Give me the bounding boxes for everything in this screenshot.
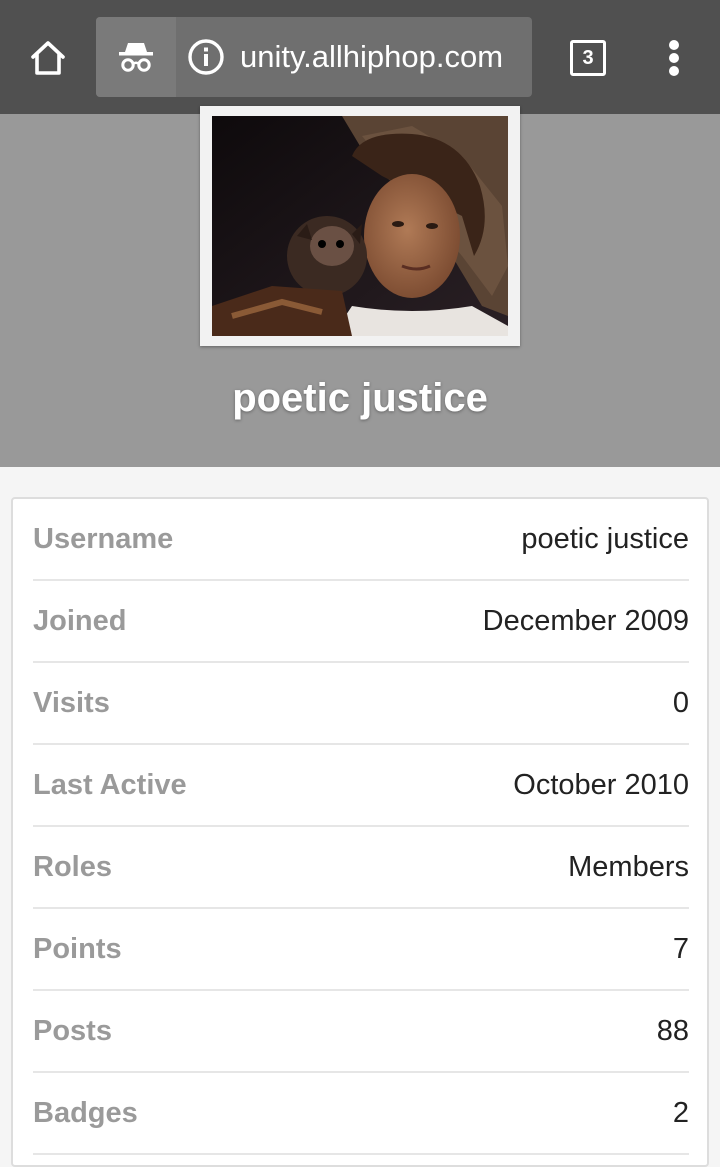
detail-label: Roles <box>33 851 112 883</box>
omnibox[interactable]: unity.allhiphop.com <box>96 17 532 97</box>
detail-value: poetic justice <box>521 523 689 555</box>
more-vert-icon-dot <box>669 66 679 76</box>
detail-label: Joined <box>33 605 127 637</box>
detail-label: Posts <box>33 1015 112 1047</box>
detail-value: December 2009 <box>482 605 689 637</box>
browser-toolbar: unity.allhiphop.com 3 <box>0 0 720 114</box>
profile-photo-frame[interactable] <box>200 106 520 346</box>
detail-row-points: Points 7 <box>33 909 689 991</box>
profile-details-card: Username poetic justice Joined December … <box>11 497 709 1167</box>
detail-value: 0 <box>672 687 689 719</box>
detail-label: Last Active <box>33 769 187 801</box>
tab-count: 3 <box>570 40 606 76</box>
tab-switcher-button[interactable]: 3 <box>566 36 610 80</box>
detail-label: Visits <box>33 687 110 719</box>
home-icon <box>31 41 65 75</box>
detail-value: 7 <box>672 933 689 965</box>
more-vert-icon <box>669 40 679 50</box>
site-info-button[interactable] <box>186 37 226 77</box>
detail-label: Badges <box>33 1097 138 1129</box>
detail-row-last-active: Last Active October 2010 <box>33 745 689 827</box>
more-vert-icon-dot <box>669 53 679 63</box>
detail-row-posts: Posts 88 <box>33 991 689 1073</box>
profile-photo <box>212 116 508 336</box>
profile-photo-image <box>212 116 508 336</box>
detail-label: Points <box>33 933 122 965</box>
detail-row-joined: Joined December 2009 <box>33 581 689 663</box>
detail-row-roles: Roles Members <box>33 827 689 909</box>
incognito-icon <box>119 43 153 72</box>
detail-row-badges: Badges 2 <box>33 1073 689 1155</box>
overflow-menu-button[interactable] <box>652 32 696 84</box>
info-icon <box>188 39 224 75</box>
home-button[interactable] <box>22 32 74 84</box>
detail-label: Username <box>33 523 174 555</box>
profile-name: poetic justice <box>232 376 488 420</box>
detail-value: October 2010 <box>513 769 689 801</box>
detail-value: 88 <box>656 1015 689 1047</box>
url-text[interactable]: unity.allhiphop.com <box>240 17 503 97</box>
detail-row-visits: Visits 0 <box>33 663 689 745</box>
incognito-badge <box>96 17 176 97</box>
profile-header: poetic justice <box>0 106 720 467</box>
detail-value: Members <box>568 851 689 883</box>
detail-row-username: Username poetic justice <box>33 499 689 581</box>
detail-value: 2 <box>672 1097 689 1129</box>
